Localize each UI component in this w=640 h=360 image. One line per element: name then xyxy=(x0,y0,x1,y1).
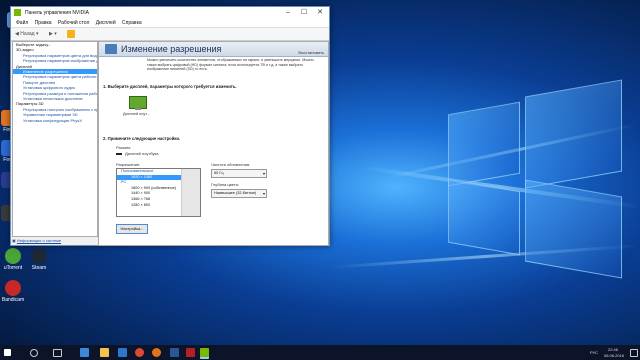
color-depth-select[interactable]: Наивысшее (32-битное) ▾ xyxy=(211,189,267,198)
nvidia-control-panel-window: Панель управления NVIDIA – ☐ ✕ Файл Прав… xyxy=(10,6,330,246)
task-tree: Выберите задачу... 3D-видео Регулировка … xyxy=(12,41,98,237)
window-title: Панель управления NVIDIA xyxy=(25,10,89,16)
display-icon xyxy=(105,44,117,54)
page-header: Изменение разрешения Восстановить xyxy=(99,42,328,57)
desktop-icon-steam[interactable]: Steam xyxy=(24,248,54,271)
tray-time[interactable]: 22:46 xyxy=(608,347,618,352)
tray-date[interactable]: 06.06.2016 xyxy=(604,353,624,358)
edge-icon[interactable] xyxy=(80,348,89,357)
chevron-down-icon: ▾ xyxy=(262,171,265,176)
connection-value: Дисплей ноутбука xyxy=(116,151,159,156)
restore-link[interactable]: Восстановить xyxy=(298,50,324,55)
list-scrollbar[interactable] xyxy=(181,169,200,216)
tray-language[interactable]: РУС xyxy=(590,350,598,355)
chrome-icon[interactable] xyxy=(135,348,144,357)
tree-item[interactable]: Регулировка параметров изображения для в… xyxy=(13,58,97,63)
steam-icon xyxy=(31,248,47,264)
explorer-icon[interactable] xyxy=(100,348,109,357)
notifications-icon[interactable] xyxy=(630,349,638,357)
refresh-label: Частота обновления: xyxy=(211,162,251,167)
step1-label: 1. Выберите дисплей, параметры которого … xyxy=(103,84,237,89)
word-icon[interactable] xyxy=(170,348,179,357)
menu-bar: Файл Правка Рабочий стол Дисплей Справка xyxy=(11,18,329,28)
title-bar[interactable]: Панель управления NVIDIA – ☐ ✕ xyxy=(11,7,329,18)
search-icon[interactable] xyxy=(30,349,38,357)
monitor-icon[interactable] xyxy=(129,96,147,110)
resolution-list[interactable]: Пользовательское 1920 × 1080 PC 1600 × 9… xyxy=(116,168,201,217)
display-name: Дисплей ноут... xyxy=(123,112,150,116)
resolution-label: Разрешение: xyxy=(116,162,141,167)
home-icon[interactable] xyxy=(67,30,75,38)
menu-display[interactable]: Дисплей xyxy=(96,20,116,26)
maximize-button[interactable]: ☐ xyxy=(297,7,311,18)
tree-item[interactable]: Установка конфигурации PhysX xyxy=(13,118,97,123)
close-button[interactable]: ✕ xyxy=(313,7,327,18)
menu-edit[interactable]: Правка xyxy=(35,20,52,26)
app-taskbar-icon[interactable] xyxy=(186,348,195,357)
connection-label: Разъем: xyxy=(116,145,132,150)
back-button[interactable]: ◀ Назад ▾ xyxy=(15,30,38,38)
start-button[interactable] xyxy=(4,349,11,356)
connector-icon xyxy=(116,152,122,155)
page-description: Можно увеличить количество элементов, от… xyxy=(147,58,314,72)
bandicam-icon xyxy=(5,280,21,296)
nvidia-taskbar-icon[interactable] xyxy=(200,348,209,359)
desktop-icon-bandicam[interactable]: Bandicam xyxy=(0,280,28,303)
color-depth-label: Глубина цвета: xyxy=(211,182,239,187)
step2-label: 2. Примените следующие настройки. xyxy=(103,136,181,141)
customize-button[interactable]: Настройка... xyxy=(116,224,148,234)
toolbar: ◀ Назад ▾ ▶ ▾ xyxy=(11,28,329,41)
task-view-icon[interactable] xyxy=(53,349,62,357)
page-title: Изменение разрешения xyxy=(121,44,222,54)
system-info-link[interactable]: ▣ Информация о системе xyxy=(12,237,96,244)
store-icon[interactable] xyxy=(118,348,127,357)
menu-desktop[interactable]: Рабочий стол xyxy=(58,20,89,26)
content-pane: Изменение разрешения Восстановить Можно … xyxy=(98,41,329,246)
chevron-down-icon: ▾ xyxy=(262,191,265,196)
firefox-taskbar-icon[interactable] xyxy=(152,348,161,357)
forward-button[interactable]: ▶ ▾ xyxy=(49,30,57,38)
minimize-button[interactable]: – xyxy=(281,7,295,18)
taskbar: РУС 22:46 06.06.2016 xyxy=(0,345,640,360)
nvidia-logo-icon xyxy=(14,9,21,16)
refresh-rate-select[interactable]: 60 Гц ▾ xyxy=(211,169,267,178)
utorrent-icon xyxy=(5,248,21,264)
menu-help[interactable]: Справка xyxy=(122,20,142,26)
menu-file[interactable]: Файл xyxy=(16,20,28,26)
